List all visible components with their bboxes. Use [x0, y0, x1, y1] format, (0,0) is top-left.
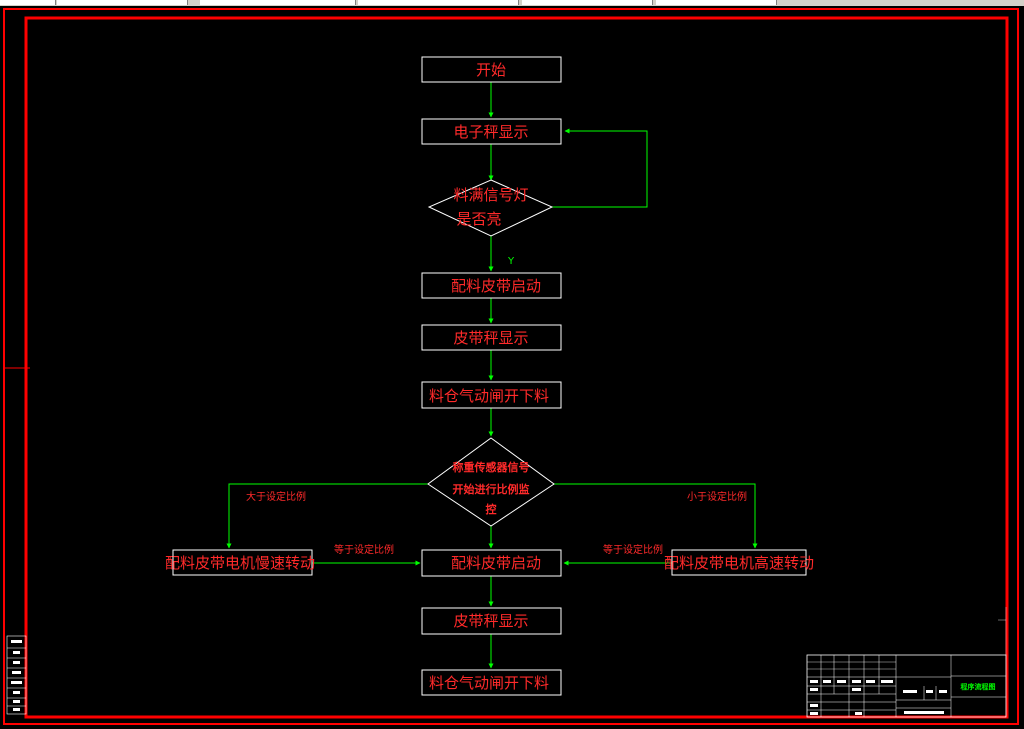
full-signal-label-2: 是否亮: [456, 210, 501, 228]
start-label: 开始: [476, 61, 506, 79]
revision-strip: [6, 635, 27, 715]
yes-label: Y: [507, 256, 515, 267]
sensor-label-3: 控: [486, 502, 497, 516]
connectors: [226, 82, 758, 669]
flowchart-canvas[interactable]: 开始 电子秤显示 料满信号灯 是否亮 配料皮带启动 皮带秤显示 料仓气动闸开下料…: [0, 0, 1024, 729]
sensor-label-1: 称重传感器信号: [453, 460, 530, 474]
belt-scale-display-label-2: 皮带秤显示: [453, 612, 528, 630]
title-block: 程序流程图: [806, 607, 1007, 718]
scale-display-label: 电子秤显示: [453, 123, 528, 141]
equal-left-label: 等于设定比例: [334, 543, 394, 556]
greater-label: 大于设定比例: [246, 490, 306, 503]
less-label: 小于设定比例: [687, 490, 747, 503]
full-signal-label-1: 料满信号灯: [453, 186, 528, 204]
slow-motor-label: 配料皮带电机慢速转动: [165, 554, 315, 572]
belt-start-label-2: 配料皮带启动: [451, 554, 541, 572]
drawing-name: 程序流程图: [961, 682, 996, 691]
belt-scale-display-label: 皮带秤显示: [453, 329, 528, 347]
fast-motor-label: 配料皮带电机高速转动: [664, 554, 814, 572]
bin-gate-label-2: 料仓气动闸开下料: [429, 674, 549, 692]
edge-signal-no-loop: [552, 128, 648, 208]
belt-start-label: 配料皮带启动: [451, 277, 541, 295]
bin-gate-label: 料仓气动闸开下料: [429, 387, 549, 405]
equal-right-label: 等于设定比例: [603, 543, 663, 556]
sensor-label-2: 开始进行比例监: [453, 482, 530, 496]
